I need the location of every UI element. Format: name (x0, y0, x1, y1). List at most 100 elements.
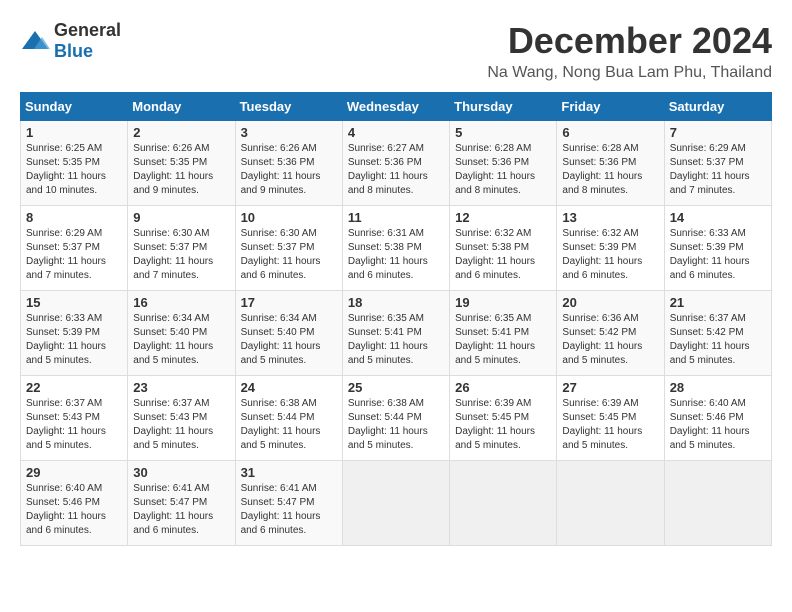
day-number: 5 (455, 125, 551, 140)
day-number: 3 (241, 125, 337, 140)
calendar-day-cell: 30 Sunrise: 6:41 AMSunset: 5:47 PMDaylig… (128, 461, 235, 546)
day-number: 17 (241, 295, 337, 310)
logo-icon (20, 29, 50, 53)
day-number: 10 (241, 210, 337, 225)
day-info: Sunrise: 6:33 AMSunset: 5:39 PMDaylight:… (26, 313, 106, 366)
day-info: Sunrise: 6:35 AMSunset: 5:41 PMDaylight:… (348, 313, 428, 366)
calendar-day-cell: 11 Sunrise: 6:31 AMSunset: 5:38 PMDaylig… (342, 206, 449, 291)
day-info: Sunrise: 6:41 AMSunset: 5:47 PMDaylight:… (241, 483, 321, 536)
day-info: Sunrise: 6:30 AMSunset: 5:37 PMDaylight:… (133, 228, 213, 281)
day-info: Sunrise: 6:39 AMSunset: 5:45 PMDaylight:… (455, 398, 535, 451)
day-number: 31 (241, 465, 337, 480)
day-number: 21 (670, 295, 766, 310)
day-info: Sunrise: 6:29 AMSunset: 5:37 PMDaylight:… (26, 228, 106, 281)
calendar-day-cell: 10 Sunrise: 6:30 AMSunset: 5:37 PMDaylig… (235, 206, 342, 291)
month-title: December 2024 (487, 20, 772, 62)
calendar-day-cell (342, 461, 449, 546)
calendar-day-cell: 15 Sunrise: 6:33 AMSunset: 5:39 PMDaylig… (21, 291, 128, 376)
calendar-day-cell: 12 Sunrise: 6:32 AMSunset: 5:38 PMDaylig… (450, 206, 557, 291)
day-info: Sunrise: 6:37 AMSunset: 5:43 PMDaylight:… (26, 398, 106, 451)
day-number: 7 (670, 125, 766, 140)
title-area: December 2024 Na Wang, Nong Bua Lam Phu,… (487, 20, 772, 82)
day-info: Sunrise: 6:34 AMSunset: 5:40 PMDaylight:… (241, 313, 321, 366)
day-info: Sunrise: 6:31 AMSunset: 5:38 PMDaylight:… (348, 228, 428, 281)
day-info: Sunrise: 6:29 AMSunset: 5:37 PMDaylight:… (670, 143, 750, 196)
calendar-day-cell: 18 Sunrise: 6:35 AMSunset: 5:41 PMDaylig… (342, 291, 449, 376)
calendar-day-cell: 20 Sunrise: 6:36 AMSunset: 5:42 PMDaylig… (557, 291, 664, 376)
day-number: 13 (562, 210, 658, 225)
calendar-week-row: 8 Sunrise: 6:29 AMSunset: 5:37 PMDayligh… (21, 206, 772, 291)
calendar-day-cell (557, 461, 664, 546)
day-number: 26 (455, 380, 551, 395)
calendar-day-header: Sunday (21, 93, 128, 121)
day-info: Sunrise: 6:26 AMSunset: 5:36 PMDaylight:… (241, 143, 321, 196)
day-number: 25 (348, 380, 444, 395)
calendar-day-header: Thursday (450, 93, 557, 121)
calendar-day-cell: 13 Sunrise: 6:32 AMSunset: 5:39 PMDaylig… (557, 206, 664, 291)
calendar-body: 1 Sunrise: 6:25 AMSunset: 5:35 PMDayligh… (21, 121, 772, 546)
calendar-day-header: Tuesday (235, 93, 342, 121)
day-info: Sunrise: 6:28 AMSunset: 5:36 PMDaylight:… (455, 143, 535, 196)
calendar-day-header: Wednesday (342, 93, 449, 121)
calendar-day-cell: 14 Sunrise: 6:33 AMSunset: 5:39 PMDaylig… (664, 206, 771, 291)
day-info: Sunrise: 6:41 AMSunset: 5:47 PMDaylight:… (133, 483, 213, 536)
calendar-day-cell: 16 Sunrise: 6:34 AMSunset: 5:40 PMDaylig… (128, 291, 235, 376)
calendar-day-cell: 2 Sunrise: 6:26 AMSunset: 5:35 PMDayligh… (128, 121, 235, 206)
calendar-day-cell: 26 Sunrise: 6:39 AMSunset: 5:45 PMDaylig… (450, 376, 557, 461)
day-info: Sunrise: 6:32 AMSunset: 5:39 PMDaylight:… (562, 228, 642, 281)
calendar-day-cell: 22 Sunrise: 6:37 AMSunset: 5:43 PMDaylig… (21, 376, 128, 461)
calendar-day-header: Friday (557, 93, 664, 121)
day-info: Sunrise: 6:39 AMSunset: 5:45 PMDaylight:… (562, 398, 642, 451)
calendar-day-cell: 24 Sunrise: 6:38 AMSunset: 5:44 PMDaylig… (235, 376, 342, 461)
day-number: 22 (26, 380, 122, 395)
calendar-day-cell: 3 Sunrise: 6:26 AMSunset: 5:36 PMDayligh… (235, 121, 342, 206)
day-info: Sunrise: 6:25 AMSunset: 5:35 PMDaylight:… (26, 143, 106, 196)
day-number: 14 (670, 210, 766, 225)
day-number: 20 (562, 295, 658, 310)
calendar-day-cell: 7 Sunrise: 6:29 AMSunset: 5:37 PMDayligh… (664, 121, 771, 206)
day-number: 19 (455, 295, 551, 310)
calendar-week-row: 22 Sunrise: 6:37 AMSunset: 5:43 PMDaylig… (21, 376, 772, 461)
day-number: 30 (133, 465, 229, 480)
day-number: 18 (348, 295, 444, 310)
calendar-day-cell: 19 Sunrise: 6:35 AMSunset: 5:41 PMDaylig… (450, 291, 557, 376)
day-info: Sunrise: 6:32 AMSunset: 5:38 PMDaylight:… (455, 228, 535, 281)
day-info: Sunrise: 6:38 AMSunset: 5:44 PMDaylight:… (348, 398, 428, 451)
calendar-day-cell (664, 461, 771, 546)
calendar-day-cell: 9 Sunrise: 6:30 AMSunset: 5:37 PMDayligh… (128, 206, 235, 291)
calendar-day-cell (450, 461, 557, 546)
calendar-day-cell: 23 Sunrise: 6:37 AMSunset: 5:43 PMDaylig… (128, 376, 235, 461)
day-number: 9 (133, 210, 229, 225)
calendar-day-cell: 8 Sunrise: 6:29 AMSunset: 5:37 PMDayligh… (21, 206, 128, 291)
calendar-day-cell: 29 Sunrise: 6:40 AMSunset: 5:46 PMDaylig… (21, 461, 128, 546)
calendar-day-cell: 25 Sunrise: 6:38 AMSunset: 5:44 PMDaylig… (342, 376, 449, 461)
day-number: 2 (133, 125, 229, 140)
day-info: Sunrise: 6:28 AMSunset: 5:36 PMDaylight:… (562, 143, 642, 196)
calendar-day-cell: 4 Sunrise: 6:27 AMSunset: 5:36 PMDayligh… (342, 121, 449, 206)
location-title: Na Wang, Nong Bua Lam Phu, Thailand (487, 64, 772, 82)
day-info: Sunrise: 6:36 AMSunset: 5:42 PMDaylight:… (562, 313, 642, 366)
day-info: Sunrise: 6:40 AMSunset: 5:46 PMDaylight:… (26, 483, 106, 536)
calendar-header-row: SundayMondayTuesdayWednesdayThursdayFrid… (21, 93, 772, 121)
day-info: Sunrise: 6:30 AMSunset: 5:37 PMDaylight:… (241, 228, 321, 281)
calendar-table: SundayMondayTuesdayWednesdayThursdayFrid… (20, 92, 772, 546)
day-info: Sunrise: 6:27 AMSunset: 5:36 PMDaylight:… (348, 143, 428, 196)
calendar-day-cell: 17 Sunrise: 6:34 AMSunset: 5:40 PMDaylig… (235, 291, 342, 376)
calendar-day-cell: 28 Sunrise: 6:40 AMSunset: 5:46 PMDaylig… (664, 376, 771, 461)
day-number: 15 (26, 295, 122, 310)
logo-blue: Blue (54, 41, 93, 61)
calendar-day-cell: 1 Sunrise: 6:25 AMSunset: 5:35 PMDayligh… (21, 121, 128, 206)
day-number: 23 (133, 380, 229, 395)
page-header: General Blue December 2024 Na Wang, Nong… (20, 20, 772, 82)
day-info: Sunrise: 6:40 AMSunset: 5:46 PMDaylight:… (670, 398, 750, 451)
day-number: 8 (26, 210, 122, 225)
day-number: 1 (26, 125, 122, 140)
logo-general: General (54, 20, 121, 40)
calendar-day-cell: 31 Sunrise: 6:41 AMSunset: 5:47 PMDaylig… (235, 461, 342, 546)
day-number: 24 (241, 380, 337, 395)
day-info: Sunrise: 6:26 AMSunset: 5:35 PMDaylight:… (133, 143, 213, 196)
calendar-week-row: 29 Sunrise: 6:40 AMSunset: 5:46 PMDaylig… (21, 461, 772, 546)
day-number: 12 (455, 210, 551, 225)
day-info: Sunrise: 6:38 AMSunset: 5:44 PMDaylight:… (241, 398, 321, 451)
logo: General Blue (20, 20, 121, 62)
